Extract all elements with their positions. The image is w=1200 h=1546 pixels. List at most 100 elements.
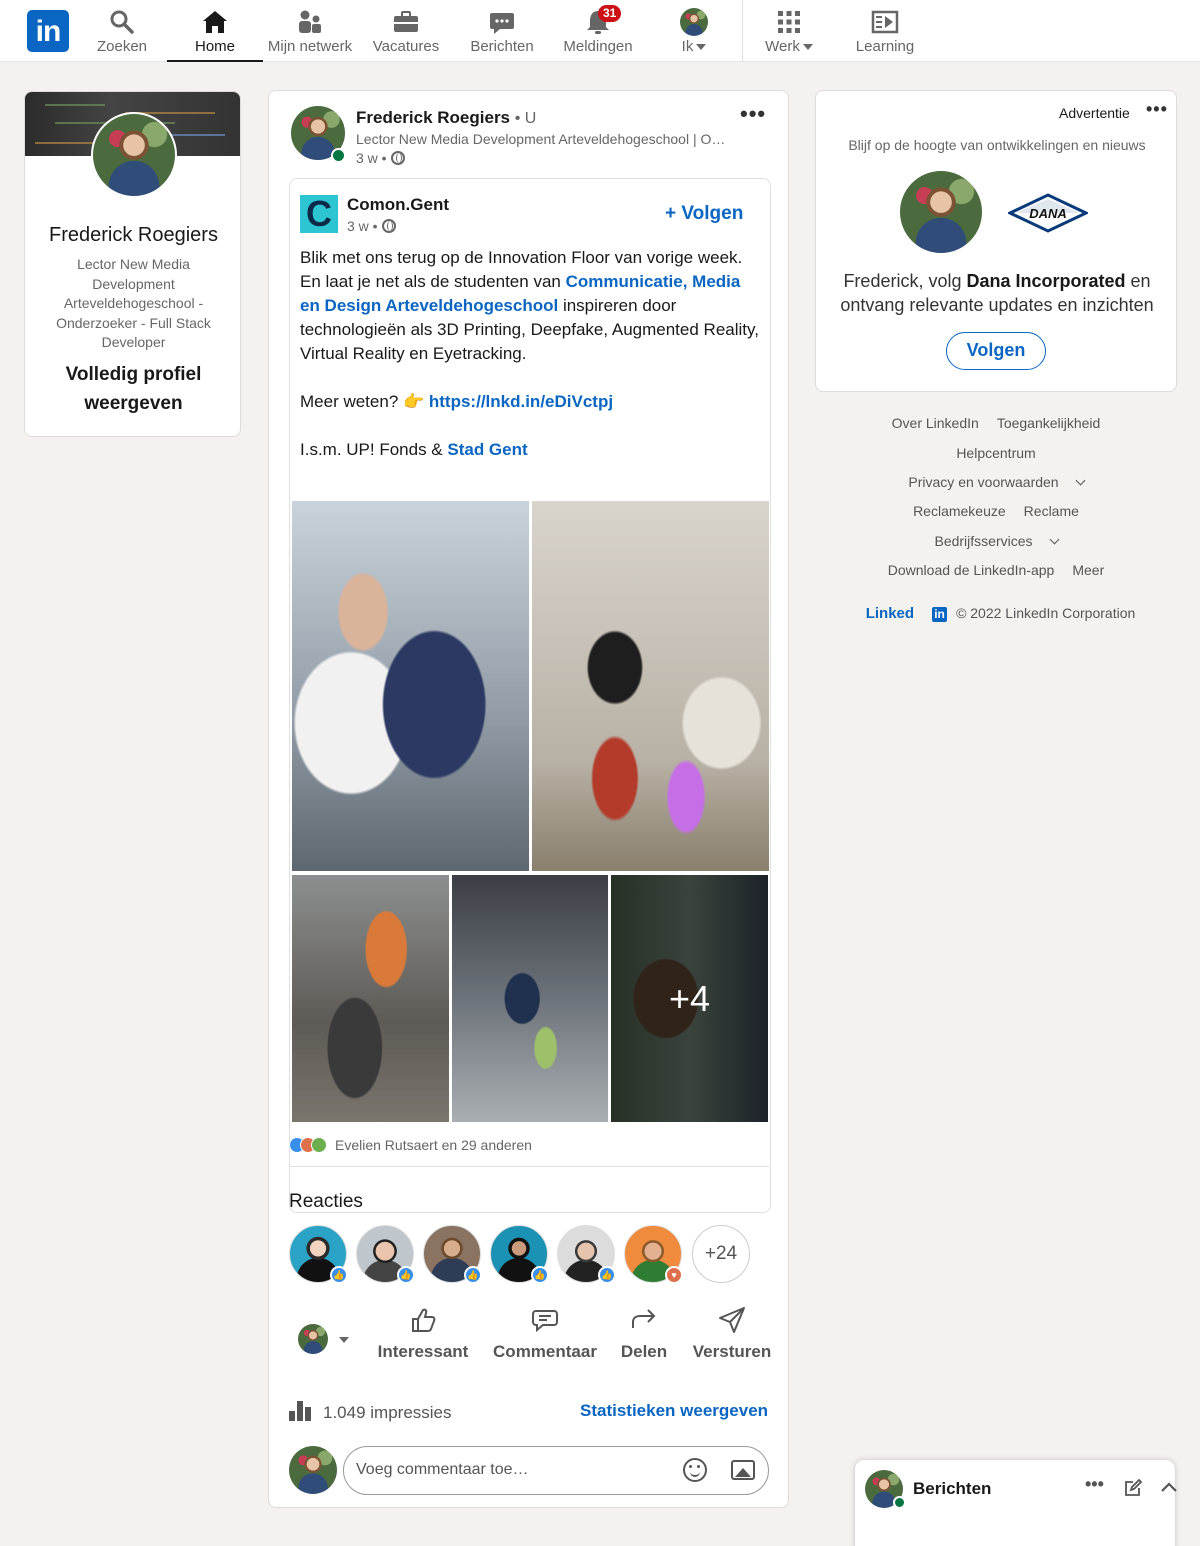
reactor-avatar[interactable]: ♥	[624, 1225, 683, 1284]
more-options-icon[interactable]: •••	[1146, 99, 1168, 120]
post-image[interactable]: +4	[611, 875, 768, 1122]
mention-link[interactable]: Stad Gent	[447, 440, 527, 459]
send-button[interactable]: Versturen	[689, 1306, 775, 1362]
action-label: Versturen	[692, 1342, 772, 1361]
image-icon[interactable]	[731, 1460, 755, 1480]
reactor-avatar[interactable]: 👍	[490, 1225, 549, 1284]
author-headline: Lector New Media Development Arteveldeho…	[356, 131, 726, 147]
action-label: Delen	[620, 1342, 668, 1361]
ad-follow-button[interactable]: Volgen	[946, 332, 1046, 370]
nav-work[interactable]: Werk	[741, 0, 837, 62]
search-icon	[108, 8, 136, 36]
nav-search[interactable]: Zoeken	[74, 0, 170, 62]
footer-row: Download de LinkedIn-app Meer	[815, 562, 1177, 578]
more-reactors-button[interactable]: +24	[692, 1225, 750, 1283]
bell-icon: 31	[584, 5, 622, 36]
org-time-text: 3 w •	[347, 218, 378, 234]
wordmark-text: Linked	[865, 605, 915, 622]
wordmark-in: in	[932, 607, 948, 622]
post-text-part: I.s.m. UP! Fonds &	[300, 440, 448, 459]
nav-label: Learning	[855, 38, 915, 55]
share-icon	[617, 1306, 671, 1334]
more-options-icon[interactable]: •••	[1085, 1474, 1104, 1495]
reaction-as-avatar[interactable]	[298, 1324, 328, 1354]
nav-work-label: Werk	[765, 38, 800, 55]
footer-row: Over LinkedIn Toegankelijkheid	[815, 415, 1177, 431]
post-author[interactable]: Frederick Roegiers • U	[356, 108, 536, 128]
nav-label: Berichten	[470, 38, 534, 55]
comment-button[interactable]: Commentaar	[491, 1306, 599, 1362]
ad-subtitle: Blijf op de hoogte van ontwikkelingen en…	[848, 137, 1146, 153]
profile-avatar[interactable]	[91, 112, 177, 198]
caret-down-icon	[696, 44, 707, 51]
footer-link[interactable]: Toegankelijkheid	[997, 415, 1101, 431]
shared-post: C Comon.Gent 3 w • + Volgen Blik met ons…	[289, 178, 771, 1213]
nav-home[interactable]: Home	[167, 0, 263, 62]
reactions-title: Reacties	[289, 1191, 363, 1212]
reactor-avatar[interactable]: 👍	[356, 1225, 415, 1284]
reactions-text: Evelien Rutsaert en 29 anderen	[335, 1137, 532, 1153]
footer-link[interactable]: Reclame	[1024, 503, 1079, 519]
ad-company: Dana Incorporated	[966, 271, 1126, 291]
footer-link[interactable]: Helpcentrum	[956, 445, 1035, 461]
messaging-title[interactable]: Berichten	[913, 1479, 991, 1499]
profile-headline: Lector New Media Development Arteveldeho…	[56, 256, 211, 350]
footer-link[interactable]: Reclamekeuze	[913, 503, 1006, 519]
footer-link[interactable]: Privacy en voorwaarden	[899, 474, 1092, 490]
nav-label: Mijn netwerk	[267, 38, 353, 55]
comon-logo[interactable]: C	[300, 195, 338, 233]
messaging-panel[interactable]: Berichten •••	[854, 1459, 1179, 1546]
support-reaction-icon	[311, 1137, 327, 1153]
nav-label: Ik	[646, 38, 742, 55]
nav-notifications[interactable]: 31 Meldingen	[550, 0, 646, 62]
analytics-icon	[289, 1401, 315, 1421]
post-time-text: 3 w •	[356, 150, 387, 166]
like-button[interactable]: Interessant	[377, 1306, 469, 1362]
post-image[interactable]	[532, 501, 769, 871]
send-icon	[689, 1306, 775, 1334]
post-image[interactable]	[452, 875, 608, 1122]
love-icon: ♥	[665, 1266, 683, 1284]
footer-link[interactable]: Bedrijfsservices	[925, 533, 1066, 549]
compose-icon[interactable]	[1123, 1478, 1143, 1503]
reactor-avatar[interactable]: 👍	[289, 1225, 348, 1284]
url-link[interactable]: https://lnkd.in/eDiVctpj	[429, 392, 613, 411]
feed-post: Frederick Roegiers • U Lector New Media …	[268, 90, 789, 1508]
emoji-icon[interactable]	[683, 1458, 707, 1482]
caret-down-icon	[802, 44, 813, 51]
more-options-icon[interactable]: •••	[740, 101, 766, 127]
action-label: Interessant	[377, 1342, 469, 1361]
reactions-summary[interactable]: Evelien Rutsaert en 29 anderen	[289, 1137, 532, 1153]
footer-link[interactable]: Meer	[1072, 562, 1104, 578]
footer-row: Bedrijfsservices	[815, 533, 1177, 549]
nav-learning[interactable]: Learning	[837, 0, 933, 62]
grid-icon	[775, 8, 803, 36]
copyright-text: © 2022 LinkedIn Corporation	[956, 605, 1136, 621]
dana-logo[interactable]: DANA	[1006, 191, 1090, 235]
profile-name[interactable]: Frederick Roegiers	[25, 224, 240, 247]
footer-link[interactable]: Download de LinkedIn-app	[888, 562, 1055, 578]
nav-jobs[interactable]: Vacatures	[358, 0, 454, 62]
post-image[interactable]	[292, 875, 449, 1122]
reactor-avatar[interactable]: 👍	[557, 1225, 616, 1284]
chevron-up-icon[interactable]	[1159, 1478, 1179, 1503]
follow-button[interactable]: + Volgen	[665, 203, 743, 225]
share-button[interactable]: Delen	[617, 1306, 671, 1362]
linkedin-logo[interactable]: in	[27, 10, 69, 52]
ad-text-part: Frederick, volg	[843, 271, 967, 291]
nav-me[interactable]: Ik	[646, 0, 742, 62]
divider	[289, 1166, 769, 1167]
nav-messaging[interactable]: Berichten	[454, 0, 550, 62]
view-full-profile-link[interactable]: Volledig profiel weergeven	[35, 360, 232, 418]
reactor-avatar[interactable]: 👍	[423, 1225, 482, 1284]
like-icon: 👍	[330, 1266, 348, 1284]
post-image[interactable]	[292, 501, 529, 871]
like-icon: 👍	[598, 1266, 616, 1284]
view-stats-link[interactable]: Statistieken weergeven	[580, 1401, 768, 1421]
footer-link[interactable]: Over LinkedIn	[892, 415, 979, 431]
nav-network[interactable]: Mijn netwerk	[262, 0, 358, 62]
caret-down-icon[interactable]	[339, 1337, 349, 1343]
org-name[interactable]: Comon.Gent	[347, 195, 449, 215]
footer-link-text: Bedrijfsservices	[934, 533, 1033, 549]
action-label: Commentaar	[493, 1342, 597, 1361]
